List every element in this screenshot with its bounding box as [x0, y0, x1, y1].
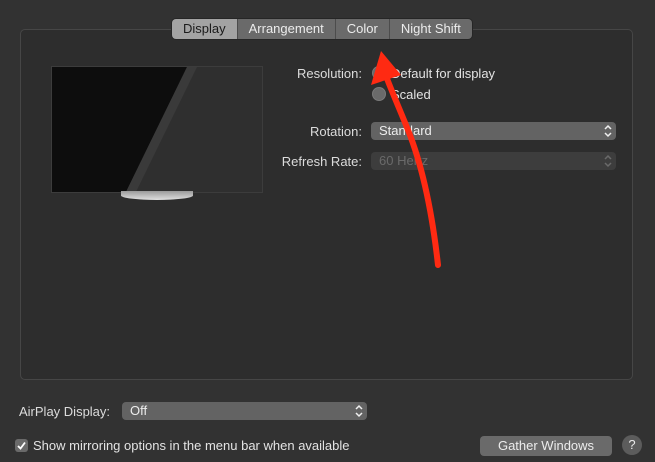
- radio-default-icon[interactable]: [372, 66, 386, 80]
- airplay-display-select-value: Off: [130, 403, 148, 418]
- mirroring-option-label: Show mirroring options in the menu bar w…: [33, 438, 350, 453]
- tab-color[interactable]: Color: [335, 19, 390, 39]
- tab-bar: Display Arrangement Color Night Shift: [172, 19, 472, 39]
- tab-display[interactable]: Display: [172, 19, 238, 39]
- refresh-rate-select[interactable]: 60 Hertz: [371, 152, 616, 170]
- rotation-label: Rotation:: [309, 124, 362, 139]
- rotation-select-value: Standard: [379, 123, 432, 138]
- refresh-rate-label: Refresh Rate:: [281, 154, 362, 169]
- resolution-option-scaled[interactable]: Scaled: [372, 86, 431, 102]
- tab-arrangement[interactable]: Arrangement: [237, 19, 336, 39]
- mirroring-option[interactable]: Show mirroring options in the menu bar w…: [15, 438, 350, 453]
- gather-windows-button[interactable]: Gather Windows: [480, 436, 612, 456]
- chevron-updown-icon: [604, 154, 612, 168]
- tab-night-shift[interactable]: Night Shift: [389, 19, 472, 39]
- help-button[interactable]: ?: [622, 435, 642, 455]
- airplay-display-select[interactable]: Off: [122, 402, 367, 420]
- rotation-select[interactable]: Standard: [371, 122, 616, 140]
- radio-scaled-icon[interactable]: [372, 87, 386, 101]
- monitor-icon: [51, 66, 263, 193]
- checkmark-icon: [17, 441, 26, 450]
- refresh-rate-select-value: 60 Hertz: [379, 153, 429, 168]
- chevron-updown-icon: [355, 404, 363, 418]
- resolution-option-default-label: Default for display: [391, 65, 496, 81]
- mirroring-checkbox[interactable]: [15, 439, 28, 452]
- chevron-updown-icon: [604, 124, 612, 138]
- resolution-option-scaled-label: Scaled: [391, 86, 431, 102]
- resolution-label: Resolution:: [296, 66, 362, 81]
- airplay-display-label: AirPlay Display:: [19, 404, 111, 419]
- monitor-stand-icon: [121, 191, 193, 200]
- resolution-option-default[interactable]: Default for display: [372, 65, 495, 81]
